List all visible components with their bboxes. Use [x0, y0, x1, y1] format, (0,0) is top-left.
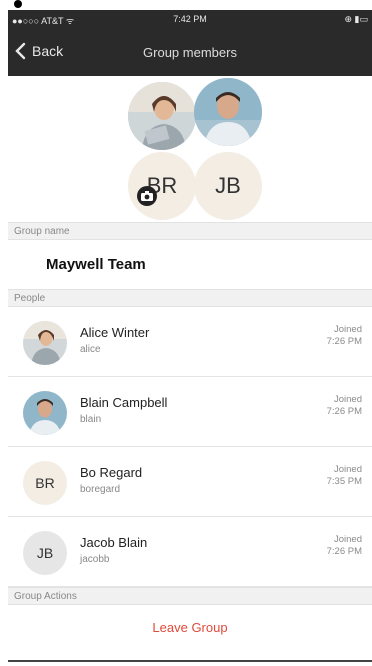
member-joined: Joined 7:35 PM	[302, 464, 362, 488]
avatar-initials: BR	[35, 475, 55, 491]
member-name: Bo Regard	[80, 465, 143, 480]
joined-time: 7:35 PM	[326, 476, 362, 487]
avatar-initials: JB	[36, 545, 54, 561]
navigation-bar: Back Group members	[8, 30, 372, 76]
member-joined: Joined 7:26 PM	[302, 534, 362, 558]
status-time: 7:42 PM	[173, 14, 207, 24]
camera-icon[interactable]	[137, 186, 157, 206]
section-group-actions: Group Actions	[8, 587, 372, 605]
member-row-jacob[interactable]: JB Jacob Blain jacobb Joined 7:26 PM	[8, 517, 372, 587]
avatar-blain	[23, 391, 67, 435]
avatar-jb-initials: JB	[215, 173, 241, 198]
status-bar: ●●○○○ AT&T ᯤ 7:42 PM ⊕ ▮▭	[8, 10, 372, 30]
member-username: blain	[80, 414, 102, 425]
joined-time: 7:26 PM	[326, 546, 362, 557]
member-joined: Joined 7:26 PM	[302, 394, 362, 418]
member-joined: Joined 7:26 PM	[302, 324, 362, 348]
member-username: boregard	[80, 484, 121, 495]
joined-label: Joined	[334, 394, 362, 405]
joined-label: Joined	[334, 464, 362, 475]
joined-time: 7:26 PM	[326, 406, 362, 417]
member-username: jacobb	[80, 554, 110, 565]
avatar-bo: BR	[23, 461, 67, 505]
leave-group-button[interactable]: Leave Group	[8, 620, 372, 635]
member-name: Jacob Blain	[80, 535, 148, 550]
member-row-bo[interactable]: BR Bo Regard boregard Joined 7:35 PM	[8, 447, 372, 517]
joined-label: Joined	[334, 534, 362, 545]
member-username: alice	[80, 344, 101, 355]
member-name: Alice Winter	[80, 325, 150, 340]
section-group-name: Group name	[8, 222, 372, 240]
group-avatar-cluster: BR JB	[8, 76, 372, 222]
section-people: People	[8, 289, 372, 307]
top-dot	[14, 0, 22, 8]
avatar-blain-large	[194, 78, 262, 146]
bottom-divider	[8, 660, 372, 661]
page-title: Group members	[143, 45, 237, 60]
avatar-jacob: JB	[23, 531, 67, 575]
avatar-jb-large: JB	[194, 152, 262, 220]
member-name: Blain Campbell	[80, 395, 168, 410]
battery-icon: ⊕ ▮▭	[344, 14, 369, 24]
group-name-value[interactable]: Maywell Team	[46, 256, 146, 273]
avatar-alice	[23, 321, 67, 365]
member-row-blain[interactable]: Blain Campbell blain Joined 7:26 PM	[8, 377, 372, 447]
joined-time: 7:26 PM	[326, 336, 362, 347]
avatar-alice-large	[128, 82, 196, 150]
member-row-alice[interactable]: Alice Winter alice Joined 7:26 PM	[8, 307, 372, 377]
phone-screen: ●●○○○ AT&T ᯤ 7:42 PM ⊕ ▮▭ Back Group mem…	[8, 10, 372, 662]
joined-label: Joined	[334, 324, 362, 335]
